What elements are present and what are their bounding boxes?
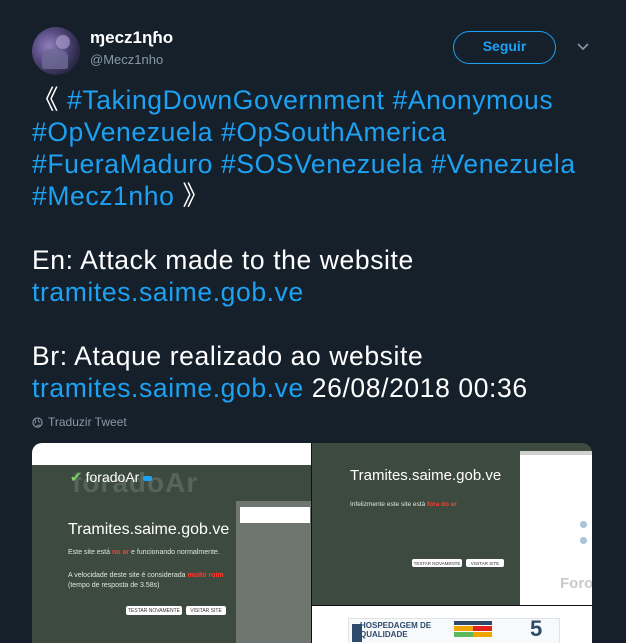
ad-color-blocks — [454, 621, 492, 637]
tweet-media[interactable]: foradoAr ✔ foradoAr Tramites.saime.gob.v… — [32, 443, 592, 643]
hashtag-link[interactable]: #Anonymous — [393, 85, 554, 115]
tweet-text-segment: Br: Ataque realizado ao website — [32, 341, 424, 371]
translate-tweet-label: Traduzir Tweet — [48, 415, 127, 429]
side-panel — [236, 501, 311, 643]
media-image-3[interactable]: HOSPEDAGEM DE QUALIDADE 5 — [312, 606, 592, 643]
hashtag-link[interactable]: #TakingDownGovernment — [67, 85, 385, 115]
hashtag-link[interactable]: #Venezuela — [431, 149, 576, 179]
tweet-text-segment — [385, 85, 393, 115]
tweet-text-segment: En: Attack made to the website — [32, 245, 414, 275]
url-link[interactable]: tramites.saime.gob.ve — [32, 277, 304, 307]
status-text: Infelizmente este site está fora do ar — [350, 501, 457, 508]
tweet-line: #OpVenezuela #OpSouthAmerica — [32, 116, 612, 148]
hashtag-link[interactable]: #FueraMaduro — [32, 149, 213, 179]
side-panel: Foro — [520, 451, 592, 605]
speed-time-text: (tempo de resposta de 3.58s) — [68, 582, 160, 589]
tweet-line: tramites.saime.gob.ve 26/08/2018 00:36 — [32, 372, 612, 404]
tweet-text-segment: 26/08/2018 00:36 — [303, 373, 528, 403]
line-break — [32, 308, 612, 340]
brand-logo: ✔ foradoAr — [70, 469, 153, 486]
tweet-text-segment — [213, 117, 221, 147]
tweet-line: tramites.saime.gob.ve — [32, 276, 612, 308]
speed-text: A velocidade deste site é considerada mu… — [68, 572, 224, 579]
retest-button: TESTAR NOVAMENTE — [126, 606, 182, 615]
tweet-text-segment — [213, 149, 221, 179]
follow-button[interactable]: Seguir — [453, 31, 556, 64]
tweet-line: En: Attack made to the website — [32, 244, 612, 276]
site-title: Tramites.saime.gob.ve — [350, 467, 502, 484]
hashtag-link[interactable]: #SOSVenezuela — [221, 149, 423, 179]
foro-text: Foro — [560, 575, 592, 592]
avatar[interactable] — [32, 27, 80, 75]
tweet-text: 《 #TakingDownGovernment #Anonymous #OpVen… — [32, 84, 612, 404]
tweet-line: 《 #TakingDownGovernment #Anonymous — [32, 84, 612, 116]
browser-bar — [32, 443, 311, 465]
translate-tweet-link[interactable]: Traduzir Tweet — [32, 415, 127, 429]
hashtag-link[interactable]: #OpVenezuela — [32, 117, 213, 147]
tweet-line: #FueraMaduro #SOSVenezuela #Venezuela — [32, 148, 612, 180]
hashtag-link[interactable]: #Mecz1nho — [32, 181, 174, 211]
site-title: Tramites.saime.gob.ve — [68, 521, 230, 538]
ad-five: 5 — [530, 616, 543, 641]
visit-site-button: VISITAR SITE — [186, 606, 226, 615]
status-text: Este site está no ar e funcionando norma… — [68, 549, 220, 556]
hashtag-link[interactable]: #OpSouthAmerica — [221, 117, 447, 147]
hosting-ad-text: HOSPEDAGEM DE QUALIDADE — [360, 621, 432, 639]
media-image-1[interactable]: foradoAr ✔ foradoAr Tramites.saime.gob.v… — [32, 443, 311, 643]
user-handle[interactable]: @Mecz1nho — [90, 52, 163, 67]
tweet-line: #Mecz1nho 》 — [32, 180, 612, 212]
tweet-text-segment: 《 — [32, 85, 68, 115]
chevron-down-icon[interactable] — [576, 42, 590, 52]
visit-site-button: VISITAR SITE — [466, 559, 504, 567]
line-break — [32, 212, 612, 244]
tweet-line: Br: Ataque realizado ao website — [32, 340, 612, 372]
tweet-text-segment: 》 — [174, 181, 210, 211]
globe-icon — [32, 416, 43, 428]
media-image-2[interactable]: Tramites.saime.gob.ve Infelizmente este … — [312, 443, 592, 605]
display-name[interactable]: ɱecz1ɳɦo — [90, 28, 173, 48]
url-link[interactable]: tramites.saime.gob.ve — [32, 373, 304, 403]
retest-button: TESTAR NOVAMENTE — [412, 559, 462, 567]
